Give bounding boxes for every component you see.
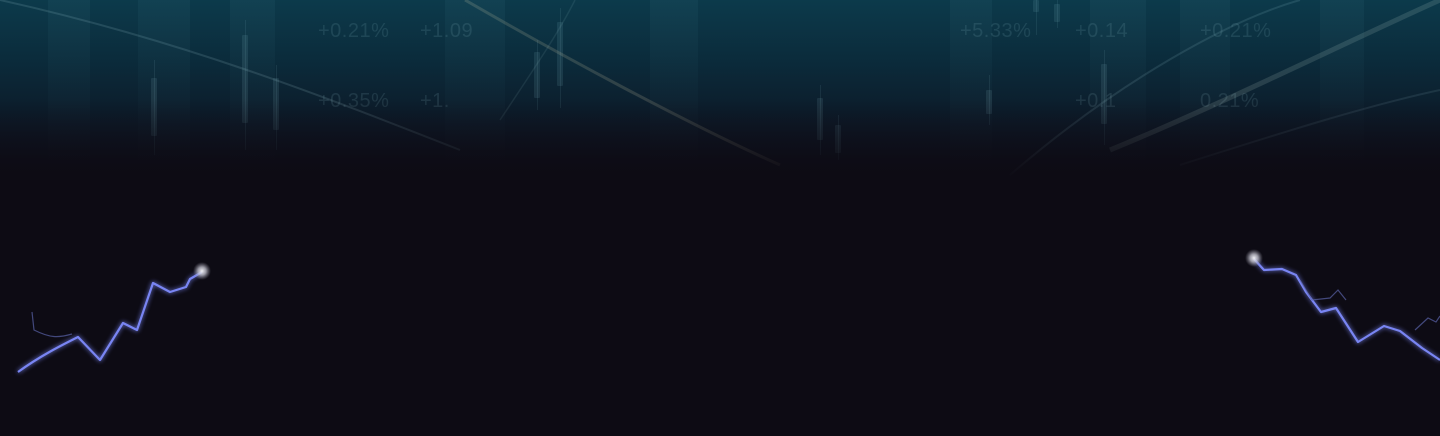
spark-line-right <box>1245 249 1440 361</box>
ticker-value: +1.09 <box>420 20 474 42</box>
background-column <box>48 0 90 170</box>
spark-line-trail <box>31 311 73 338</box>
background-column <box>1320 0 1364 170</box>
ticker-value: +5.33% <box>960 20 1032 42</box>
ticker-value: +0.35% <box>318 90 390 112</box>
decorative-curve <box>1109 0 1440 153</box>
spark-line-trail <box>1414 315 1440 331</box>
ticker-value: +0.21% <box>1200 20 1272 42</box>
candlestick <box>986 90 992 114</box>
background-column <box>138 0 190 170</box>
candlestick <box>835 125 841 153</box>
candlestick <box>273 78 279 130</box>
background-column <box>230 0 275 170</box>
spark-line-left <box>17 262 211 373</box>
market-backdrop: +0.21% +1.09 +0.35% +1. +5.33% +0.14 +0.… <box>0 0 1440 180</box>
spark-line-path <box>17 271 203 373</box>
candlestick <box>534 52 540 98</box>
spark-line-path <box>1253 258 1440 361</box>
spark-line-trail <box>1299 279 1347 301</box>
ticker-value: +0.14 <box>1075 20 1129 42</box>
candlestick <box>151 78 157 136</box>
candlestick <box>817 98 823 140</box>
ticker-value: 0.21% <box>1200 90 1260 112</box>
hero-banner: +0.21% +1.09 +0.35% +1. +5.33% +0.14 +0.… <box>0 0 1440 436</box>
glow-dot <box>1245 249 1263 267</box>
glow-dot <box>193 262 211 280</box>
ticker-value: +0.1 <box>1075 90 1117 112</box>
candlestick <box>1054 4 1060 22</box>
candlestick <box>557 22 563 86</box>
ticker-value: +1. <box>420 90 450 112</box>
decorative-curve <box>464 0 781 167</box>
ticker-value: +0.21% <box>318 20 390 42</box>
candlestick <box>242 35 248 123</box>
background-column <box>650 0 698 170</box>
candlestick <box>1033 0 1039 12</box>
